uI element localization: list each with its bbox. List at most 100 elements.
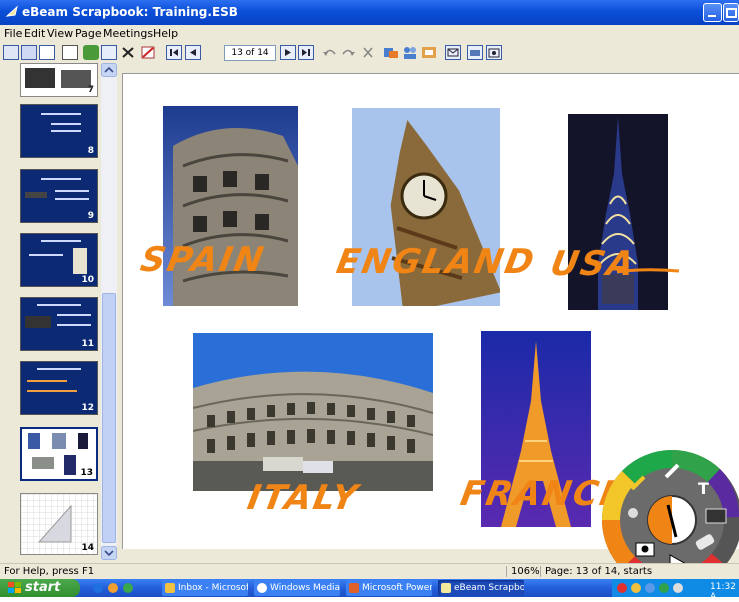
task-windows-media[interactable]: Windows Media ... — [254, 580, 340, 596]
media-player-icon — [257, 583, 267, 593]
start-label: start — [25, 580, 61, 595]
thumbnail-page-11[interactable]: 11 — [20, 297, 98, 351]
view-thumbnails-button[interactable] — [3, 45, 19, 60]
new-page-button[interactable] — [62, 45, 78, 60]
window-title: eBeam Scrapbook: Training.ESB — [22, 5, 238, 19]
next-page-icon[interactable] — [280, 45, 296, 60]
ebeam-app-icon — [5, 5, 18, 17]
minimize-button[interactable] — [703, 3, 722, 22]
capture-icon[interactable] — [486, 45, 502, 60]
thumb-image — [64, 455, 76, 475]
thumbnail-page-14[interactable]: 14 — [20, 493, 98, 555]
mail-icon[interactable] — [445, 45, 461, 60]
cancel-icon[interactable] — [360, 45, 376, 60]
thumb-image — [52, 433, 66, 449]
thumbnail-number: 7 — [87, 85, 94, 95]
colosseum-image — [193, 333, 433, 491]
status-help-text: For Help, press F1 — [4, 566, 95, 577]
tray-icons[interactable] — [616, 582, 696, 594]
status-bar: For Help, press F1 106% Page: 13 of 14, … — [0, 563, 739, 580]
text-tool-icon[interactable]: T — [698, 479, 709, 498]
pen-size-icon[interactable] — [628, 508, 638, 518]
redo-icon[interactable] — [340, 45, 356, 60]
task-label: eBeam Scrapbo... — [454, 583, 524, 593]
thumb-text-line — [51, 123, 81, 125]
last-page-icon[interactable] — [298, 45, 314, 60]
ink-label-usa: USA — [547, 244, 639, 284]
thumbnail-number: 8 — [87, 146, 94, 156]
thumbnail-page-10[interactable]: 10 — [20, 233, 98, 287]
clock: 11:32 A — [710, 582, 736, 602]
thumb-text-line — [57, 324, 91, 326]
italy-photo[interactable] — [193, 333, 433, 491]
duplicate-page-button[interactable] — [101, 45, 117, 60]
thumb-text-line — [41, 113, 81, 115]
menu-help[interactable]: Help — [153, 27, 178, 40]
task-label: Microsoft Power... — [362, 583, 432, 593]
thumb-text-line — [37, 304, 81, 306]
scroll-up-icon[interactable] — [101, 63, 117, 77]
windows-logo-icon — [8, 582, 21, 593]
scroll-thumb[interactable] — [102, 293, 116, 543]
thumb-text-line — [41, 240, 81, 242]
scroll-down-icon[interactable] — [101, 546, 117, 560]
task-label: Inbox - Microsof... — [178, 583, 248, 593]
page-number-field[interactable]: 13 of 14 — [224, 45, 276, 61]
thumbnail-page-9[interactable]: 9 — [20, 169, 98, 223]
maximize-button[interactable] — [723, 3, 739, 22]
thumbnail-number: 14 — [81, 543, 94, 553]
menu-edit[interactable]: Edit — [24, 27, 45, 40]
ink-stroke — [616, 268, 680, 274]
thumb-text-line — [55, 198, 89, 200]
share-icon[interactable] — [383, 45, 399, 60]
thumb-text-line — [55, 190, 89, 192]
thumbnail-page-7[interactable]: 7 — [20, 63, 98, 97]
thumbnail-number: 12 — [81, 403, 94, 413]
thumbnail-page-8[interactable]: 8 — [20, 104, 98, 158]
start-button[interactable]: start — [0, 579, 80, 597]
thumbnail-number: 11 — [81, 339, 94, 349]
participants-icon[interactable] — [402, 45, 418, 60]
keyboard-icon[interactable] — [705, 508, 727, 524]
task-inbox[interactable]: Inbox - Microsof... — [162, 580, 248, 596]
thumb-image — [25, 316, 51, 328]
meeting-icon[interactable] — [421, 45, 437, 60]
thumb-image — [32, 457, 54, 469]
thumb-image — [25, 192, 47, 198]
powerpoint-icon — [349, 583, 359, 593]
status-page: Page: 13 of 14, starts — [540, 566, 652, 577]
task-powerpoint[interactable]: Microsoft Power... — [346, 580, 432, 596]
thumbnail-page-12[interactable]: 12 — [20, 361, 98, 415]
thumb-ink-line — [27, 380, 67, 382]
title-bar: eBeam Scrapbook: Training.ESB — [0, 0, 739, 25]
thumb-text-line — [57, 314, 91, 316]
print-icon[interactable] — [467, 45, 483, 60]
first-page-icon[interactable] — [166, 45, 182, 60]
menu-meetings[interactable]: Meetings — [103, 27, 153, 40]
thumbnail-number: 13 — [80, 468, 93, 478]
previous-page-icon[interactable] — [185, 45, 201, 60]
thumbnail-scrollbar[interactable] — [101, 63, 117, 560]
view-page-button[interactable] — [39, 45, 55, 60]
ink-label-italy: ITALY — [244, 478, 363, 518]
delete-icon[interactable] — [120, 45, 136, 60]
menu-view[interactable]: View — [47, 27, 73, 40]
thumb-image — [28, 433, 40, 449]
menu-page[interactable]: Page — [75, 27, 102, 40]
menu-file[interactable]: File — [4, 27, 22, 40]
system-tray: 11:32 A — [612, 579, 739, 602]
view-grid-button[interactable] — [21, 45, 37, 60]
clear-page-icon[interactable] — [140, 45, 156, 60]
thumb-text-line — [37, 368, 81, 370]
outlook-icon — [165, 583, 175, 593]
ebeam-icon — [441, 583, 451, 593]
thumb-ink-line — [27, 390, 77, 392]
thumbnail-page-13[interactable]: 13 — [20, 427, 98, 481]
thumb-image — [73, 248, 87, 274]
thumb-image — [78, 433, 88, 449]
insert-image-button[interactable] — [83, 45, 99, 60]
thumb-text-line — [29, 254, 63, 256]
task-ebeam-scrapbook[interactable]: eBeam Scrapbo... — [438, 580, 524, 596]
undo-icon[interactable] — [322, 45, 338, 60]
quick-launch-icons[interactable] — [92, 582, 138, 594]
